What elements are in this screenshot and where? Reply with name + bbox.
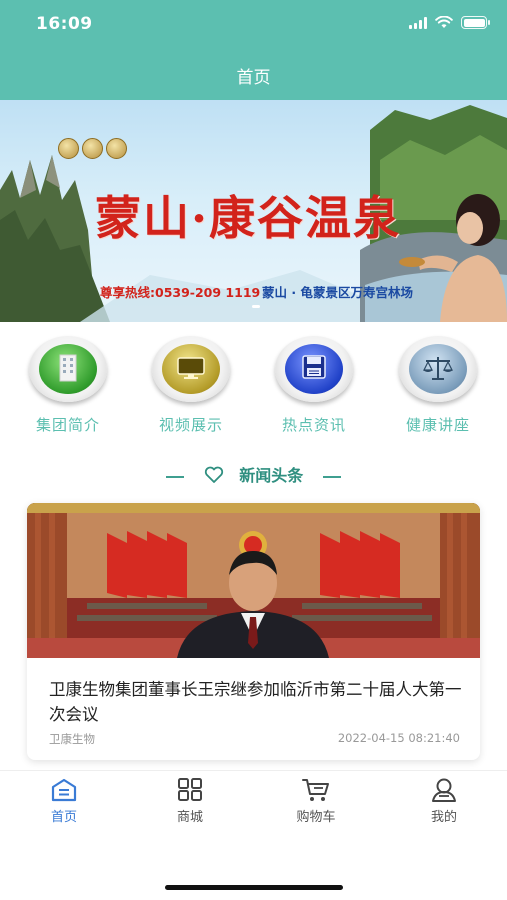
menu-item-video[interactable]: 视频展示 (131, 330, 251, 435)
news-image (27, 503, 480, 658)
tab-label: 我的 (430, 810, 457, 825)
app-header: 16:09 首页 (0, 0, 507, 100)
quick-menu: 集团简介 视频展示 热点资讯 健康讲座 (0, 330, 507, 440)
tab-label: 购物车 (296, 810, 336, 825)
floppy-disk-icon (275, 336, 353, 402)
home-indicator[interactable] (165, 885, 343, 890)
news-source: 卫康生物 (49, 732, 95, 746)
building-icon (29, 336, 107, 402)
scales-icon (399, 336, 477, 402)
menu-item-group-intro[interactable]: 集团简介 (8, 330, 128, 435)
menu-item-health-lecture[interactable]: 健康讲座 (378, 330, 498, 435)
battery-icon (461, 16, 490, 29)
section-title-text: 新闻头条 (239, 466, 304, 485)
menu-item-hot-news[interactable]: 热点资讯 (254, 330, 374, 435)
banner-title: 蒙山·康谷温泉 (95, 191, 402, 245)
banner-hotline: 尊享热线:0539-209 1119 (100, 285, 261, 300)
status-time: 16:09 (36, 14, 93, 34)
news-timestamp: 2022-04-15 08:21:40 (337, 731, 460, 745)
tab-label: 商城 (176, 810, 203, 825)
cart-icon (302, 779, 329, 801)
news-title[interactable]: 卫康生物集团董事长王宗继参加临沂市第二十届人大第一次会议 (49, 677, 464, 727)
grid-icon (178, 778, 202, 801)
signal-icon (409, 16, 427, 29)
monitor-icon (152, 336, 230, 402)
menu-label: 健康讲座 (405, 416, 470, 434)
bottom-tab-bar: 首页 商城 购物车 我的 (0, 770, 507, 900)
brand-logo (58, 138, 127, 159)
page-title: 首页 (236, 68, 271, 88)
tab-home[interactable]: 首页 (24, 777, 104, 825)
tab-cart[interactable]: 购物车 (276, 777, 356, 825)
banner-address: 蒙山 · 龟蒙景区万寿宫林场 (262, 285, 413, 300)
tab-mine[interactable]: 我的 (404, 777, 484, 825)
tab-label: 首页 (50, 810, 77, 825)
wifi-icon (435, 16, 453, 28)
status-icons (409, 16, 490, 29)
divider (166, 475, 185, 478)
menu-label: 集团简介 (35, 416, 100, 434)
news-card[interactable]: 卫康生物集团董事长王宗继参加临沂市第二十届人大第一次会议 卫康生物 2022-0… (27, 503, 480, 760)
menu-label: 视频展示 (158, 416, 223, 434)
promo-banner[interactable]: 蒙山·康谷温泉 尊享热线:0539-209 1119 蒙山 · 龟蒙景区万寿宫林… (0, 100, 507, 322)
section-title: 新闻头条 (0, 462, 507, 486)
heart-icon (204, 466, 223, 483)
tab-mall[interactable]: 商城 (150, 777, 230, 825)
menu-label: 热点资讯 (281, 416, 346, 434)
home-icon (51, 778, 77, 802)
carousel-indicator (252, 305, 260, 308)
user-icon (432, 778, 456, 802)
divider (322, 475, 341, 478)
